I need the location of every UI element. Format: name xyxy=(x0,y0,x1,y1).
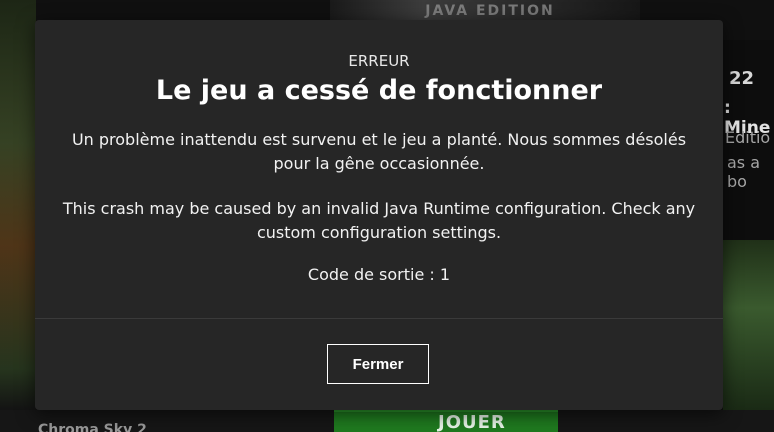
news-title-fragment: 22 xyxy=(729,68,755,89)
news-image xyxy=(723,240,774,410)
play-button-label: JOUER xyxy=(438,412,506,432)
left-background-art xyxy=(0,0,36,410)
java-runtime-hint: This crash may be caused by an invalid J… xyxy=(62,199,696,242)
selected-version-label[interactable]: Chroma Sky 2 xyxy=(38,422,147,432)
dialog-title: Le jeu a cessé de fonctionner xyxy=(155,75,603,106)
dialog-divider xyxy=(35,318,723,319)
news-edition-fragment: Editio xyxy=(725,128,771,147)
crash-message: Un problème inattendu est survenu et le … xyxy=(71,130,687,173)
dialog-label: ERREUR xyxy=(348,52,410,70)
news-text-fragment: as a bo xyxy=(727,153,761,191)
close-button[interactable]: Fermer xyxy=(327,344,429,384)
exit-code: Code de sortie : 1 xyxy=(307,265,451,284)
crash-dialog: ERREUR Le jeu a cessé de fonctionner Un … xyxy=(35,20,723,410)
